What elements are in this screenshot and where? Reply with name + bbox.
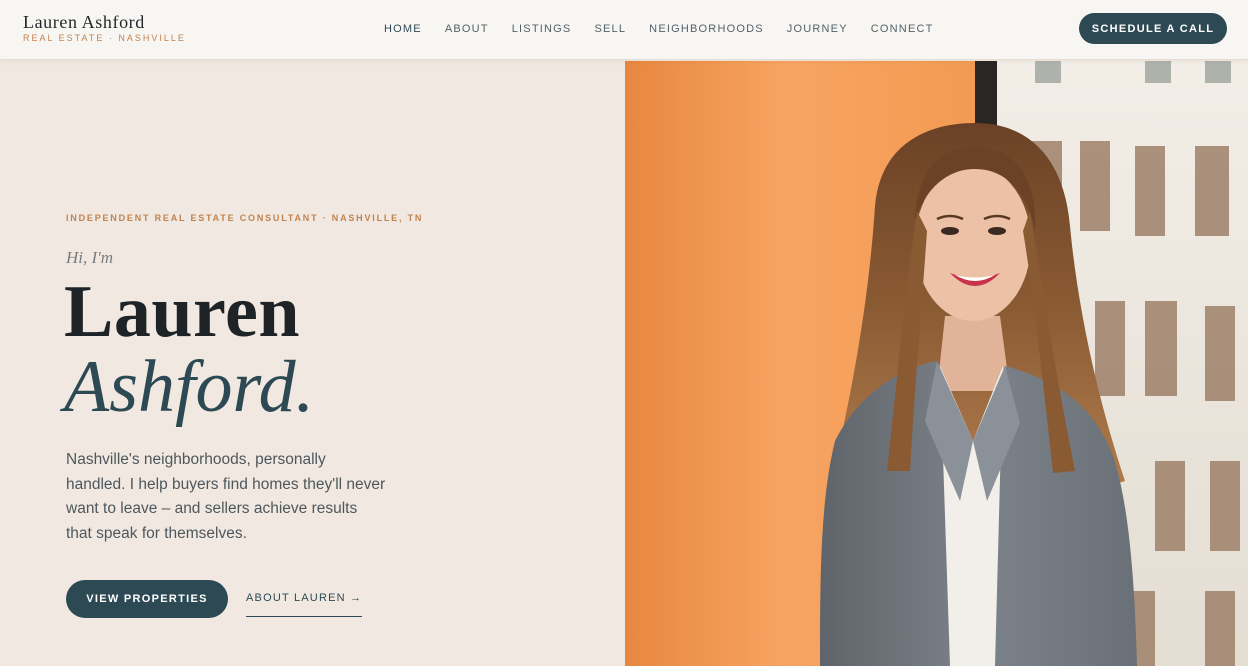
brand-logo[interactable]: Lauren Ashford REAL ESTATE · NASHVILLE [23,12,186,43]
hero-greeting: Hi, I'm [66,248,114,267]
main-nav: HOME ABOUT LISTINGS SELL NEIGHBORHOODS J… [384,23,934,35]
view-properties-button[interactable]: VIEW PROPERTIES [66,580,228,618]
hero-last-name: Ashford. [64,346,315,428]
hero-description: Nashville's neighborhoods, personally ha… [66,451,386,542]
nav-item-journey[interactable]: JOURNEY [787,23,848,35]
nav-item-home[interactable]: HOME [384,23,422,35]
nav-item-sell[interactable]: SELL [594,23,626,35]
hero-portrait-photo [625,61,1248,666]
portrait-illustration [625,61,1248,666]
nav-item-connect[interactable]: CONNECT [871,23,934,35]
nav-item-about[interactable]: ABOUT [445,23,489,35]
brand-name: Lauren Ashford [23,12,145,32]
nav-item-listings[interactable]: LISTINGS [512,23,572,35]
site-header: Lauren Ashford REAL ESTATE · NASHVILLE H… [0,0,1248,60]
schedule-call-button[interactable]: SCHEDULE A CALL [1079,13,1227,44]
brand-tagline: REAL ESTATE · NASHVILLE [23,33,186,43]
about-lauren-link[interactable]: ABOUT LAUREN → [246,592,363,617]
hero-eyebrow: INDEPENDENT REAL ESTATE CONSULTANT · NAS… [66,213,424,223]
nav-item-neighborhoods[interactable]: NEIGHBORHOODS [649,23,764,35]
hero-first-name: Lauren [64,271,301,353]
